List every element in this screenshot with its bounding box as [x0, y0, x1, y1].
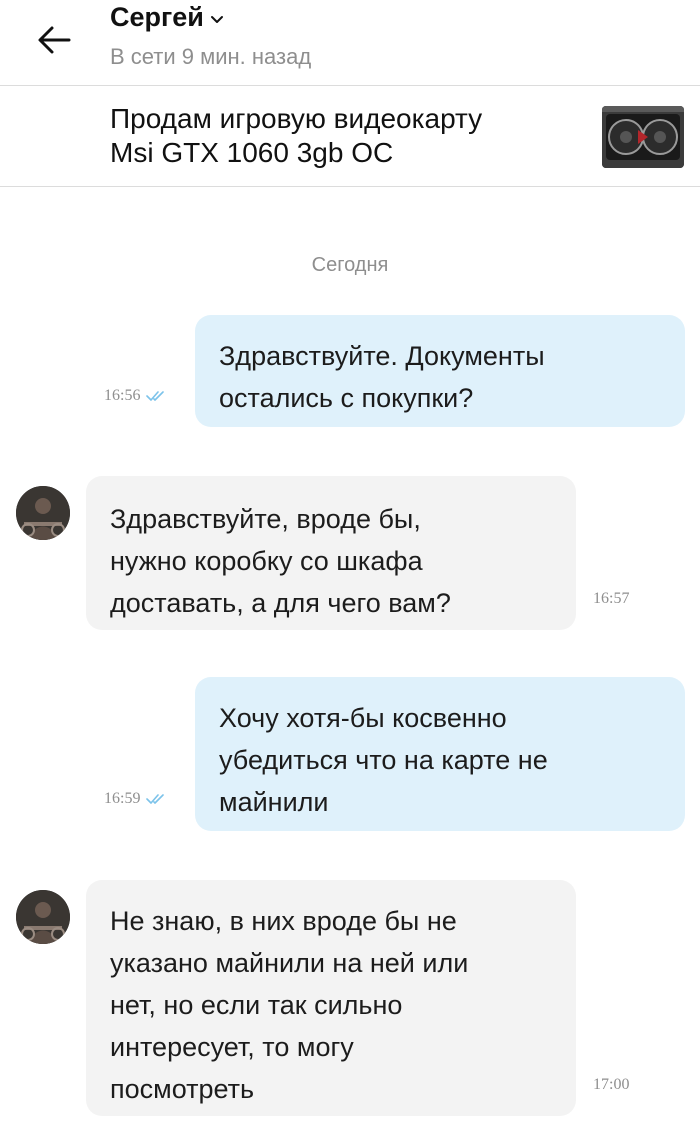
contact-avatar-image [16, 486, 70, 540]
message-time: 16:59 [104, 790, 141, 807]
message-meta: 16:59 [104, 790, 166, 808]
avatar[interactable] [16, 890, 70, 944]
listing-link[interactable]: Продам игровую видеокарту Msi GTX 1060 3… [0, 86, 700, 187]
contact-status: В сети 9 мин. назад [110, 44, 312, 69]
arrow-left-icon [38, 26, 71, 54]
contact-avatar-image [16, 890, 70, 944]
chat-header: Сергей В сети 9 мин. назад [0, 0, 700, 86]
back-button[interactable] [30, 20, 78, 60]
listing-thumbnail[interactable] [602, 106, 684, 168]
chevron-down-icon [210, 15, 223, 23]
message-time: 16:56 [104, 387, 141, 404]
incoming-message[interactable]: Не знаю, в них вроде бы не указано майни… [86, 880, 576, 1116]
avatar[interactable] [16, 486, 70, 540]
message-text: Не знаю, в них вроде бы не указано майни… [110, 906, 469, 1104]
outgoing-message[interactable]: Здравствуйте. Документы остались с покуп… [195, 315, 685, 427]
message-time: 17:00 [593, 1076, 630, 1093]
message-text: Здравствуйте, вроде бы, нужно коробку со… [110, 504, 451, 618]
incoming-message[interactable]: Здравствуйте, вроде бы, нужно коробку со… [86, 476, 576, 630]
double-check-icon [146, 794, 165, 804]
message-text: Хочу хотя-бы косвенно убедиться что на к… [219, 703, 548, 817]
double-check-icon [146, 391, 165, 401]
message-time: 16:57 [593, 590, 630, 607]
outgoing-message[interactable]: Хочу хотя-бы косвенно убедиться что на к… [195, 677, 685, 831]
message-text: Здравствуйте. Документы остались с покуп… [219, 341, 545, 413]
contact-name: Сергей [110, 2, 204, 32]
graphics-card-image [602, 106, 684, 168]
message-meta: 16:56 [104, 387, 166, 405]
contact-name-dropdown[interactable]: Сергей [110, 2, 224, 33]
listing-title: Продам игровую видеокарту Msi GTX 1060 3… [110, 103, 483, 168]
date-separator: Сегодня [311, 254, 389, 276]
